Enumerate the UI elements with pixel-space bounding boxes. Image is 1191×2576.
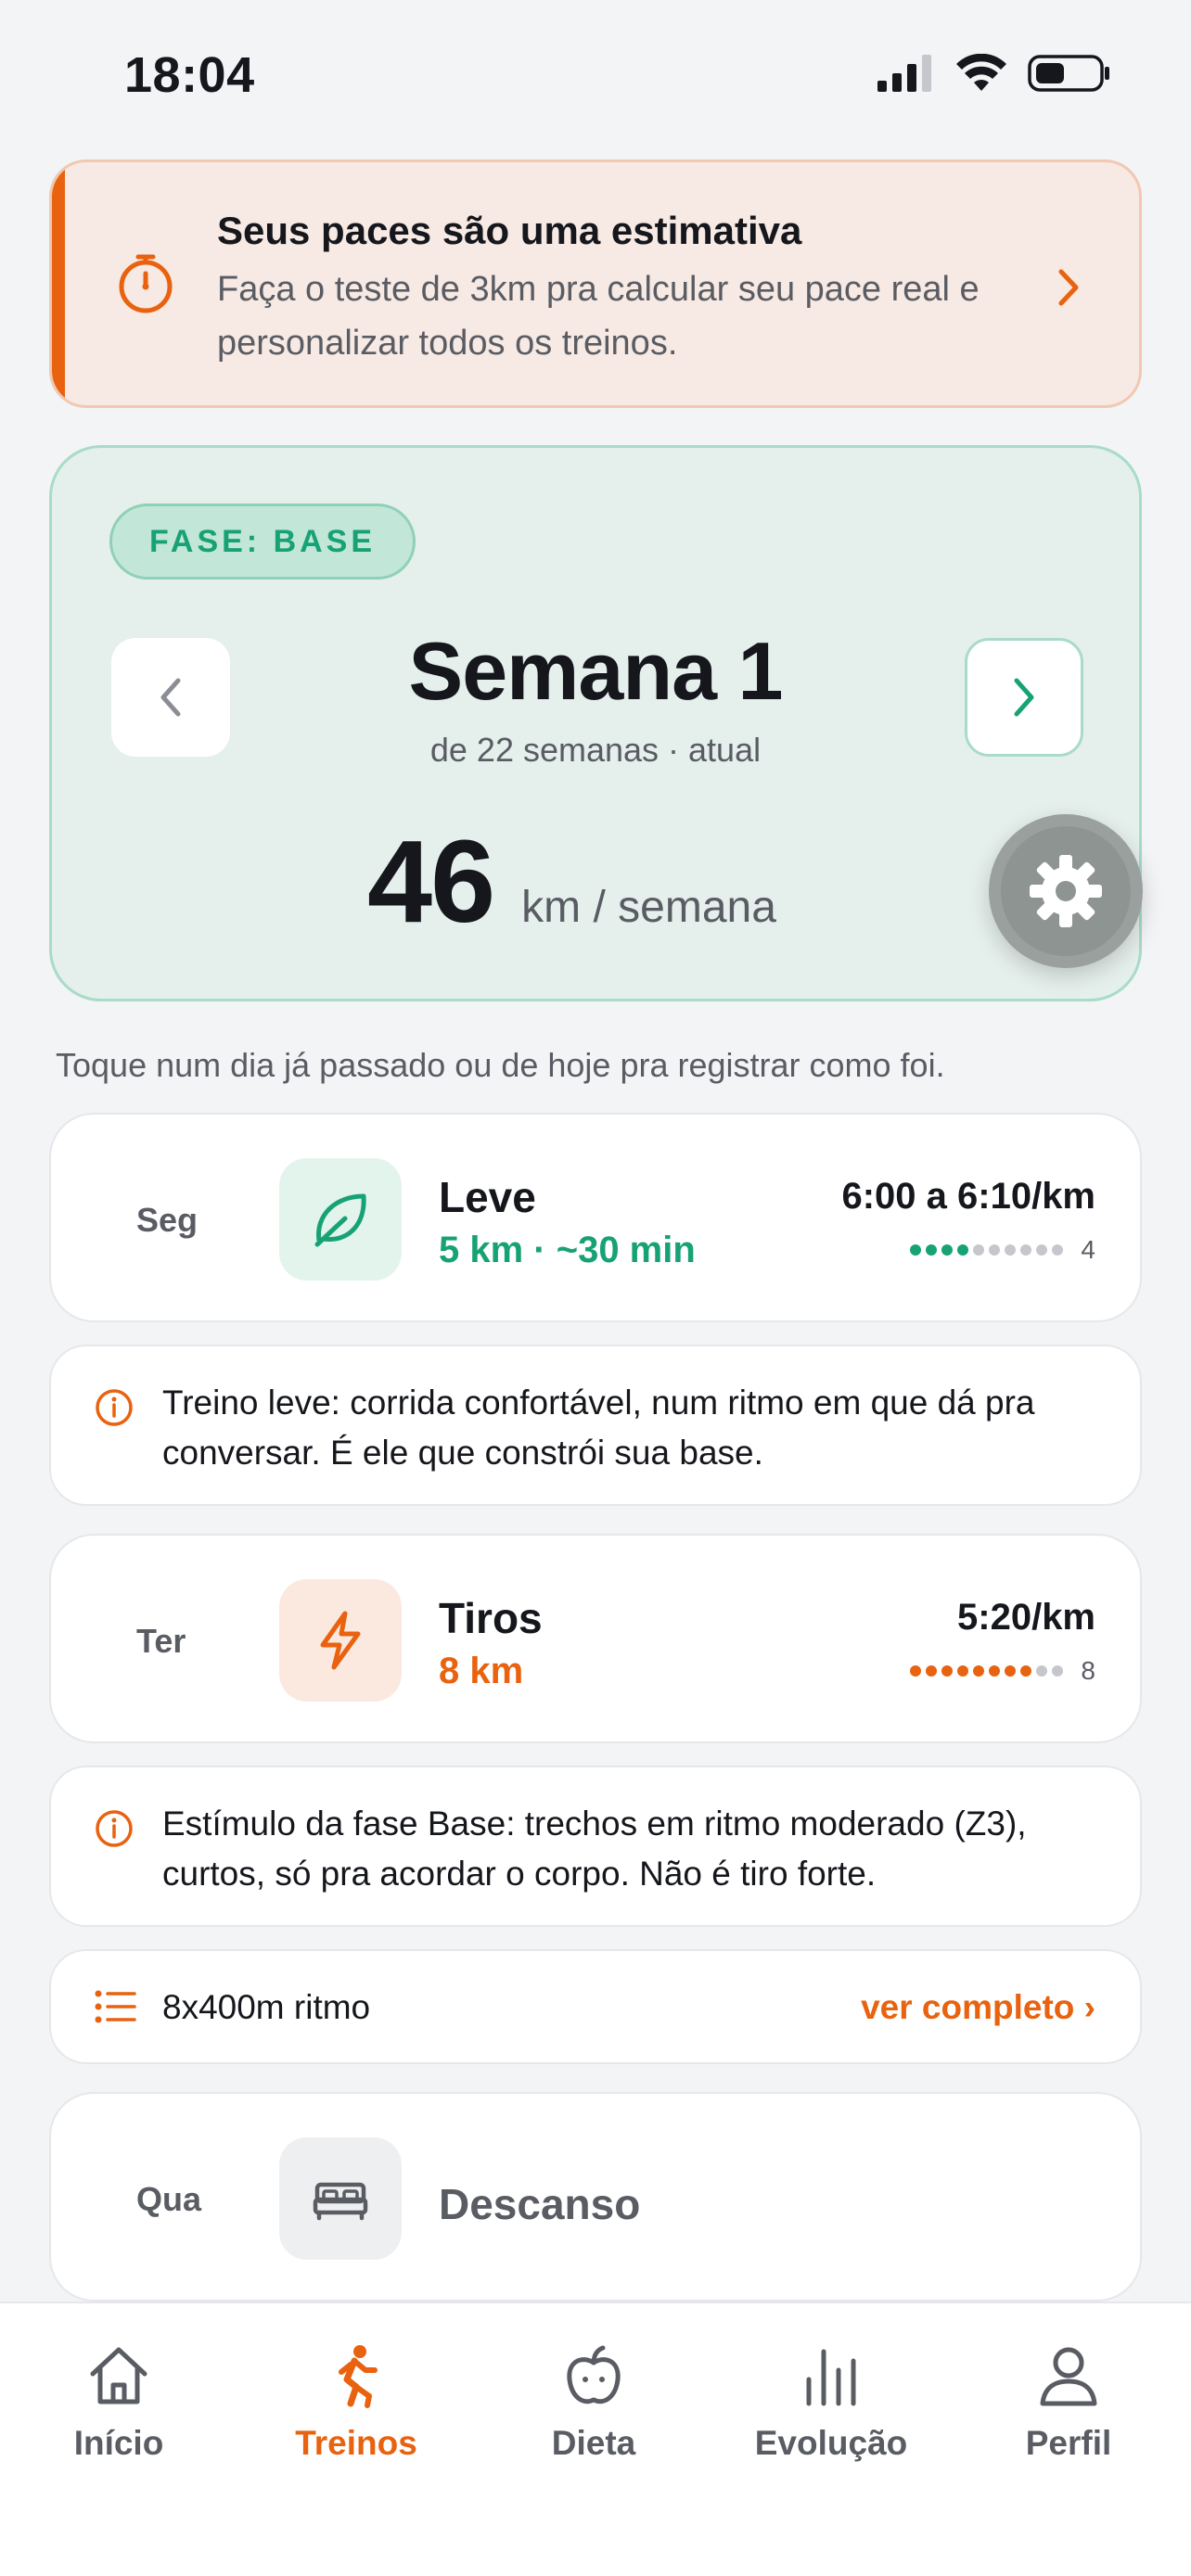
status-icons bbox=[877, 54, 1111, 93]
intensity-dot bbox=[1005, 1665, 1017, 1677]
settings-button[interactable] bbox=[989, 814, 1143, 968]
intensity-dot bbox=[910, 1665, 922, 1677]
info-icon bbox=[96, 1810, 133, 1847]
workout-info-card: Estímulo da fase Base: trechos em ritmo … bbox=[49, 1766, 1142, 1927]
workout-meta: 5 km · ~30 min bbox=[439, 1230, 696, 1270]
tab-label: Evolução bbox=[754, 2424, 908, 2462]
intensity-value: 4 bbox=[1081, 1235, 1095, 1264]
day-tap-hint: Toque num dia já passado ou de hoje pra … bbox=[56, 1046, 945, 1084]
workout-pace: 6:00 a 6:10/km bbox=[841, 1176, 1095, 1217]
workout-icon-box bbox=[279, 1158, 402, 1281]
intensity-dot bbox=[957, 1665, 969, 1677]
phase-badge: FASE: BASE bbox=[109, 504, 416, 580]
tab-perfil[interactable]: Perfil bbox=[950, 2339, 1187, 2496]
runner-icon bbox=[339, 2345, 378, 2408]
day-card-qua[interactable]: Qua Descanso bbox=[49, 2092, 1142, 2302]
tab-label: Início bbox=[73, 2424, 164, 2462]
workout-info-text: Estímulo da fase Base: trechos em ritmo … bbox=[162, 1804, 1027, 1893]
workout-icon-box bbox=[279, 1579, 402, 1702]
tab-dieta[interactable]: Dieta bbox=[475, 2339, 712, 2496]
day-label: Ter bbox=[136, 1622, 186, 1660]
intensity-dot bbox=[989, 1244, 1001, 1256]
workout-icon-box bbox=[279, 2137, 402, 2260]
intensity-value: 8 bbox=[1081, 1656, 1095, 1685]
intensity-dot bbox=[941, 1665, 954, 1677]
intensity-dot bbox=[941, 1244, 954, 1256]
intensity-dot bbox=[1052, 1665, 1064, 1677]
workout-info-card: Treino leve: corrida confortável, num ri… bbox=[49, 1345, 1142, 1506]
chevron-right-icon bbox=[1058, 269, 1079, 306]
battery-icon bbox=[1028, 55, 1109, 92]
workout-info-text: Treino leve: corrida confortável, num ri… bbox=[162, 1384, 1035, 1472]
intensity-dot bbox=[926, 1244, 938, 1256]
lightning-icon bbox=[320, 1611, 361, 1670]
weekly-km-value: 46 bbox=[367, 816, 495, 947]
weekly-km-unit: km / semana bbox=[521, 883, 776, 932]
weekly-volume: 46 km / semana bbox=[367, 814, 776, 949]
tab-label: Treinos bbox=[295, 2424, 417, 2462]
workout-name: Leve bbox=[439, 1173, 536, 1221]
intensity-dots: 8 bbox=[910, 1656, 1095, 1686]
tab-inicio[interactable]: Início bbox=[0, 2339, 237, 2496]
signal-icon bbox=[877, 55, 931, 92]
tab-evolucao[interactable]: Evolução bbox=[712, 2339, 950, 2496]
intensity-dot bbox=[1036, 1244, 1048, 1256]
intensity-dot bbox=[1052, 1244, 1064, 1256]
leaf-icon bbox=[314, 1193, 366, 1247]
day-card-ter[interactable]: Ter Tiros 8 km 5:20/km 8 bbox=[49, 1534, 1142, 1743]
workout-name: Descanso bbox=[439, 2180, 641, 2228]
workout-pace: 5:20/km bbox=[957, 1597, 1095, 1638]
workout-detail-text: 8x400m ritmo bbox=[162, 1988, 371, 2026]
status-bar: 18:04 bbox=[0, 0, 1191, 148]
tab-label: Dieta bbox=[551, 2424, 636, 2462]
stopwatch-icon bbox=[119, 254, 173, 313]
next-week-button[interactable] bbox=[965, 638, 1083, 757]
chevron-right-icon bbox=[1014, 678, 1034, 717]
banner-accent-bar bbox=[52, 162, 65, 405]
tab-bar: Início Treinos Dieta Evolução Perfil bbox=[0, 2302, 1191, 2576]
status-time: 18:04 bbox=[124, 47, 255, 103]
person-icon bbox=[1040, 2347, 1097, 2406]
intensity-dot bbox=[973, 1665, 985, 1677]
view-full-link[interactable]: ver completo › bbox=[861, 1988, 1095, 2027]
pace-estimate-banner[interactable]: Seus paces são uma estimativa Faça o tes… bbox=[49, 159, 1142, 408]
bar-chart-icon bbox=[806, 2349, 856, 2406]
bed-icon bbox=[313, 2182, 368, 2221]
workout-detail-card[interactable]: 8x400m ritmo ver completo › bbox=[49, 1949, 1142, 2064]
intensity-dot bbox=[973, 1244, 985, 1256]
intensity-dot bbox=[1020, 1244, 1032, 1256]
apple-icon bbox=[567, 2345, 621, 2404]
intensity-dot bbox=[926, 1665, 938, 1677]
workout-name: Tiros bbox=[439, 1594, 543, 1642]
intensity-dot bbox=[989, 1665, 1001, 1677]
week-card: FASE: BASE Semana 1 de 22 semanas · atua… bbox=[49, 445, 1143, 1001]
home-icon bbox=[90, 2347, 147, 2404]
day-card-seg[interactable]: Seg Leve 5 km · ~30 min 6:00 a 6:10/km 4 bbox=[49, 1113, 1142, 1322]
workout-meta: 8 km bbox=[439, 1651, 524, 1691]
banner-body: Faça o teste de 3km pra calcular seu pac… bbox=[217, 270, 980, 363]
wifi-icon bbox=[956, 54, 1006, 91]
gear-icon bbox=[1030, 855, 1102, 927]
info-icon bbox=[96, 1389, 133, 1426]
intensity-dot bbox=[957, 1244, 969, 1256]
tab-treinos[interactable]: Treinos bbox=[237, 2339, 475, 2496]
day-label: Seg bbox=[136, 1201, 198, 1239]
intensity-dots: 4 bbox=[910, 1235, 1095, 1265]
intensity-dot bbox=[1020, 1665, 1032, 1677]
day-label: Qua bbox=[136, 2180, 202, 2218]
intensity-dot bbox=[1005, 1244, 1017, 1256]
intensity-dot bbox=[1036, 1665, 1048, 1677]
intensity-dot bbox=[910, 1244, 922, 1256]
banner-title: Seus paces são uma estimativa bbox=[217, 209, 802, 252]
list-icon bbox=[95, 1990, 136, 2023]
tab-label: Perfil bbox=[1025, 2424, 1112, 2462]
